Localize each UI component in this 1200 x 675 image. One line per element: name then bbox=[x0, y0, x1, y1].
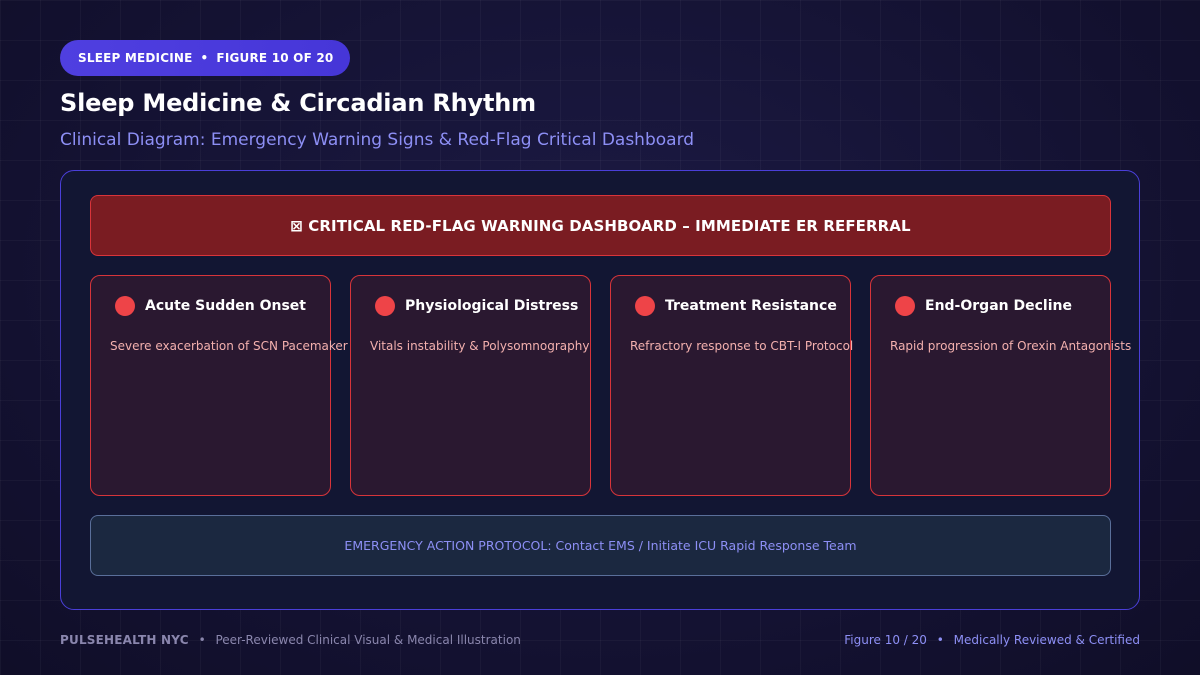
warning-card-end-organ-decline: End-Organ Decline Rapid progression of O… bbox=[870, 275, 1131, 496]
page-title: Sleep Medicine & Circadian Rhythm bbox=[60, 89, 536, 117]
badge-separator: • bbox=[200, 51, 209, 65]
footer-credits: PULSEHEALTH NYC • Peer-Reviewed Clinical… bbox=[60, 633, 521, 647]
footer-certification: Medically Reviewed & Certified bbox=[953, 633, 1140, 647]
card-header: End-Organ Decline bbox=[895, 296, 1072, 316]
card-header: Treatment Resistance bbox=[635, 296, 837, 316]
footer-figure-number: Figure 10 / 20 bbox=[844, 633, 927, 647]
dashboard-panel: ⊠ CRITICAL RED-FLAG WARNING DASHBOARD – … bbox=[60, 170, 1140, 610]
red-dot-icon bbox=[635, 296, 655, 316]
badge-category: SLEEP MEDICINE bbox=[78, 51, 193, 65]
warning-card-physiological-distress: Physiological Distress Vitals instabilit… bbox=[350, 275, 591, 496]
footer-separator: • bbox=[198, 633, 206, 647]
card-title: Treatment Resistance bbox=[665, 298, 837, 314]
warning-card-acute-onset: Acute Sudden Onset Severe exacerbation o… bbox=[90, 275, 348, 496]
card-description: Refractory response to CBT-I Protocol bbox=[630, 339, 854, 353]
category-badge: SLEEP MEDICINE • FIGURE 10 OF 20 bbox=[60, 40, 350, 76]
card-description: Vitals instability & Polysomnography bbox=[370, 339, 590, 353]
red-dot-icon bbox=[895, 296, 915, 316]
card-header: Physiological Distress bbox=[375, 296, 578, 316]
critical-alert-banner: ⊠ CRITICAL RED-FLAG WARNING DASHBOARD – … bbox=[90, 195, 1111, 256]
card-description: Rapid progression of Orexin Antagonists bbox=[890, 339, 1132, 353]
footer-tagline: Peer-Reviewed Clinical Visual & Medical … bbox=[215, 633, 521, 647]
red-dot-icon bbox=[375, 296, 395, 316]
page-subtitle: Clinical Diagram: Emergency Warning Sign… bbox=[60, 130, 695, 150]
warning-card-treatment-resistance: Treatment Resistance Refractory response… bbox=[610, 275, 854, 496]
emergency-protocol-banner: EMERGENCY ACTION PROTOCOL: Contact EMS /… bbox=[90, 515, 1111, 576]
card-title: Acute Sudden Onset bbox=[145, 298, 306, 314]
footer-figure-info: Figure 10 / 20 • Medically Reviewed & Ce… bbox=[844, 633, 1140, 647]
card-title: Physiological Distress bbox=[405, 298, 579, 314]
card-title: End-Organ Decline bbox=[925, 298, 1072, 314]
red-dot-icon bbox=[115, 296, 135, 316]
footer-brand: PULSEHEALTH NYC bbox=[60, 633, 189, 647]
badge-figure: FIGURE 10 OF 20 bbox=[216, 51, 334, 65]
footer-separator: • bbox=[936, 633, 944, 647]
card-header: Acute Sudden Onset bbox=[115, 296, 306, 316]
card-description: Severe exacerbation of SCN Pacemaker bbox=[110, 339, 348, 353]
